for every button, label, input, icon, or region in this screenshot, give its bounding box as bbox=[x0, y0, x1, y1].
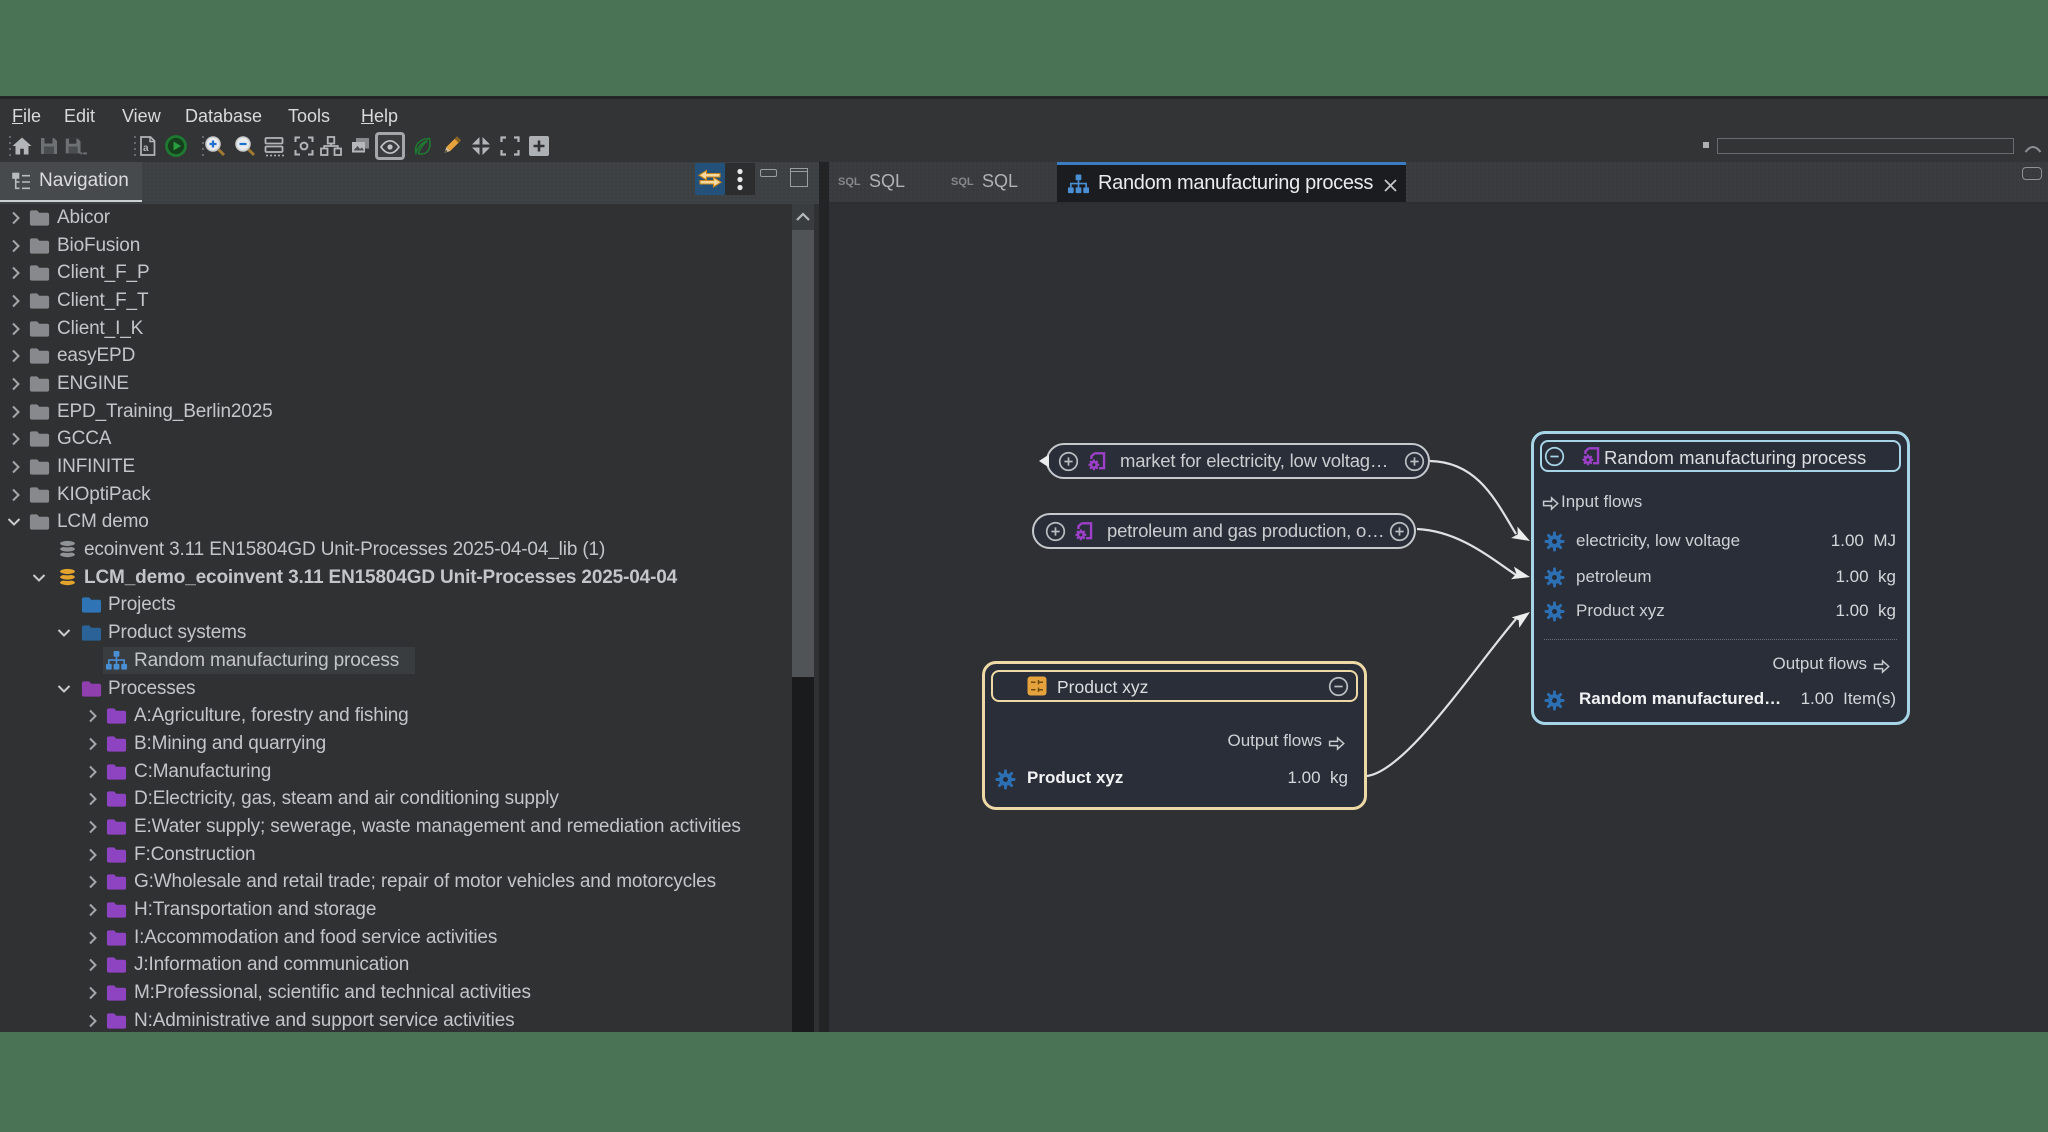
svg-text:a: a bbox=[143, 143, 149, 154]
